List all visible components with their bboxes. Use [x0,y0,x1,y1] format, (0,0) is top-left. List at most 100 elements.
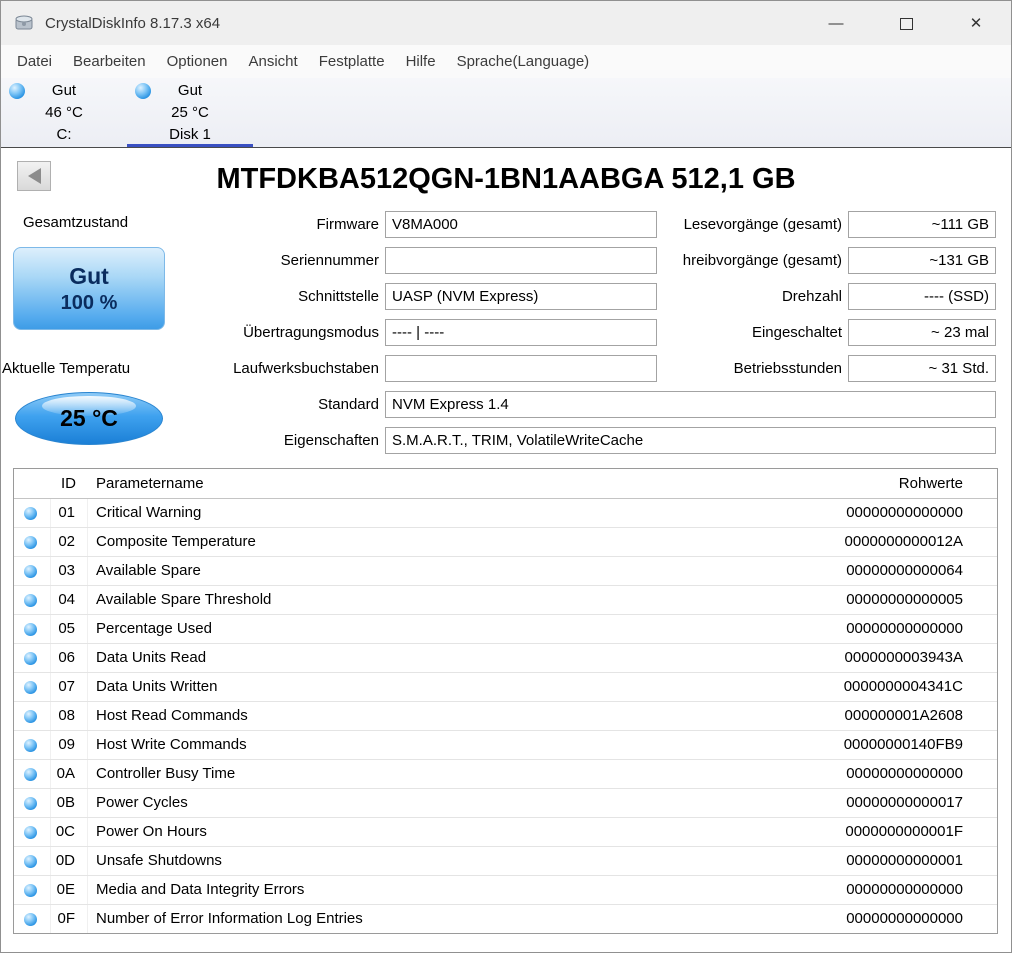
menu-item[interactable]: Datei [17,53,52,70]
smart-table-row[interactable]: 06 Data Units Read 0000000003943A [14,644,997,673]
smart-table-body: 01 Critical Warning 00000000000000 02 Co… [14,499,997,933]
titlebar: CrystalDiskInfo 8.17.3 x64 — ✕ [1,1,1011,45]
smart-header-name: Parametername [96,475,204,492]
smart-header-status [14,469,51,498]
info-field-value[interactable]: ~ 23 mal [848,319,996,346]
menu-item[interactable]: Sprache(Language) [457,53,590,70]
smart-row-status-cell [14,702,51,730]
status-dot-icon [24,622,37,636]
info-field-label: Drehzahl [781,288,842,305]
status-dot-icon [24,796,37,810]
smart-row-name: Media and Data Integrity Errors [96,881,305,898]
menu-item[interactable]: Optionen [167,53,228,70]
smart-row-id: 0F [51,905,88,933]
smart-row-name: Power Cycles [96,794,188,811]
status-dot-icon [24,883,37,897]
smart-row-raw: 0000000000001F [845,823,963,840]
info-field-value[interactable]: ~131 GB [848,247,996,274]
smart-table-row[interactable]: 0B Power Cycles 00000000000017 [14,789,997,818]
info-field-value[interactable]: S.M.A.R.T., TRIM, VolatileWriteCache [385,427,996,454]
info-field-row: Eigenschaften S.M.A.R.T., TRIM, Volatile… [1,427,996,454]
smart-row-raw: 00000000000000 [846,504,963,521]
smart-table-row[interactable]: 03 Available Spare 00000000000064 [14,557,997,586]
drive-info-wide: Standard NVM Express 1.4 Eigenschaften S… [1,391,996,463]
info-field-value[interactable]: ~ 31 Std. [848,355,996,382]
smart-row-id: 06 [51,644,88,672]
menu-item[interactable]: Ansicht [248,53,297,70]
disk-name-label: C: [56,126,72,143]
window-controls: — ✕ [801,1,1011,45]
smart-row-raw: 00000000000001 [846,852,963,869]
smart-row-id: 09 [51,731,88,759]
smart-row-status-cell [14,615,51,643]
smart-row-status-cell [14,673,51,701]
smart-table-row[interactable]: 0C Power On Hours 0000000000001F [14,818,997,847]
smart-table-row[interactable]: 09 Host Write Commands 00000000140FB9 [14,731,997,760]
status-dot-icon [24,535,37,549]
smart-row-id: 02 [51,528,88,556]
smart-row-id: 0E [51,876,88,904]
smart-table-row[interactable]: 05 Percentage Used 00000000000000 [14,615,997,644]
disk-tab[interactable]: Gut 46 °C C: [1,78,127,147]
smart-table-row[interactable]: 0A Controller Busy Time 00000000000000 [14,760,997,789]
smart-row-id: 0C [51,818,88,846]
smart-row-raw: 00000000000017 [846,794,963,811]
status-dot-icon [24,564,37,578]
smart-row-name: Available Spare [96,562,201,579]
info-field-label: Standard [318,396,379,413]
smart-table-row[interactable]: 07 Data Units Written 0000000004341C [14,673,997,702]
smart-table-header: ID Parametername Rohwerte [14,469,997,499]
smart-table-row[interactable]: 01 Critical Warning 00000000000000 [14,499,997,528]
maximize-icon [899,17,913,30]
smart-row-raw: 000000001A2608 [844,707,963,724]
drive-info-right: Lesevorgänge (gesamt) ~111 GB hreibvorgä… [557,211,996,391]
smart-row-id: 01 [51,499,88,527]
main-content: MTFDKBA512QGN-1BN1AABGA 512,1 GB Gesamtz… [1,148,1011,952]
smart-row-name: Number of Error Information Log Entries [96,910,363,927]
smart-row-id: 0D [51,847,88,875]
smart-row-name: Host Read Commands [96,707,248,724]
smart-row-status-cell [14,847,51,875]
smart-row-raw: 0000000004341C [843,678,963,695]
info-field-value[interactable]: ---- (SSD) [848,283,996,310]
window-title: CrystalDiskInfo 8.17.3 x64 [45,14,221,32]
info-field-value[interactable]: NVM Express 1.4 [385,391,996,418]
smart-row-raw: 00000000000000 [846,765,963,782]
disk-status-icon [135,83,151,99]
smart-table-row[interactable]: 0D Unsafe Shutdowns 00000000000001 [14,847,997,876]
smart-row-id: 0A [51,760,88,788]
smart-row-status-cell [14,499,51,527]
smart-row-id: 04 [51,586,88,614]
smart-row-name: Data Units Written [96,678,218,695]
status-dot-icon [24,506,37,520]
smart-row-status-cell [14,557,51,585]
minimize-button[interactable]: — [801,15,871,32]
smart-row-name: Composite Temperature [96,533,256,550]
smart-table-row[interactable]: 0E Media and Data Integrity Errors 00000… [14,876,997,905]
close-button[interactable]: ✕ [941,14,1011,32]
menu-item[interactable]: Bearbeiten [73,53,146,70]
smart-row-status-cell [14,528,51,556]
disk-tab-strip: Gut 46 °C C: Gut 25 °C Disk 1 [1,78,1011,148]
info-field-row: Betriebsstunden ~ 31 Std. [557,355,996,382]
info-field-value[interactable]: ~111 GB [848,211,996,238]
smart-row-id: 05 [51,615,88,643]
info-field-label: Betriebsstunden [733,360,842,377]
smart-table-row[interactable]: 0F Number of Error Information Log Entri… [14,905,997,933]
status-dot-icon [24,680,37,694]
smart-row-status-cell [14,760,51,788]
smart-row-status-cell [14,876,51,904]
menu-item[interactable]: Festplatte [319,53,385,70]
smart-table-row[interactable]: 04 Available Spare Threshold 00000000000… [14,586,997,615]
status-dot-icon [24,854,37,868]
smart-table-row[interactable]: 08 Host Read Commands 000000001A2608 [14,702,997,731]
drive-model-title: MTFDKBA512QGN-1BN1AABGA 512,1 GB [216,163,796,195]
disk-tab[interactable]: Gut 25 °C Disk 1 [127,78,253,147]
status-dot-icon [24,738,37,752]
maximize-button[interactable] [871,15,941,32]
smart-table-row[interactable]: 02 Composite Temperature 0000000000012A [14,528,997,557]
menu-item[interactable]: Hilfe [406,53,436,70]
disk-name-label: Disk 1 [169,126,211,143]
smart-row-name: Critical Warning [96,504,202,521]
smart-row-raw: 0000000000012A [844,533,963,550]
